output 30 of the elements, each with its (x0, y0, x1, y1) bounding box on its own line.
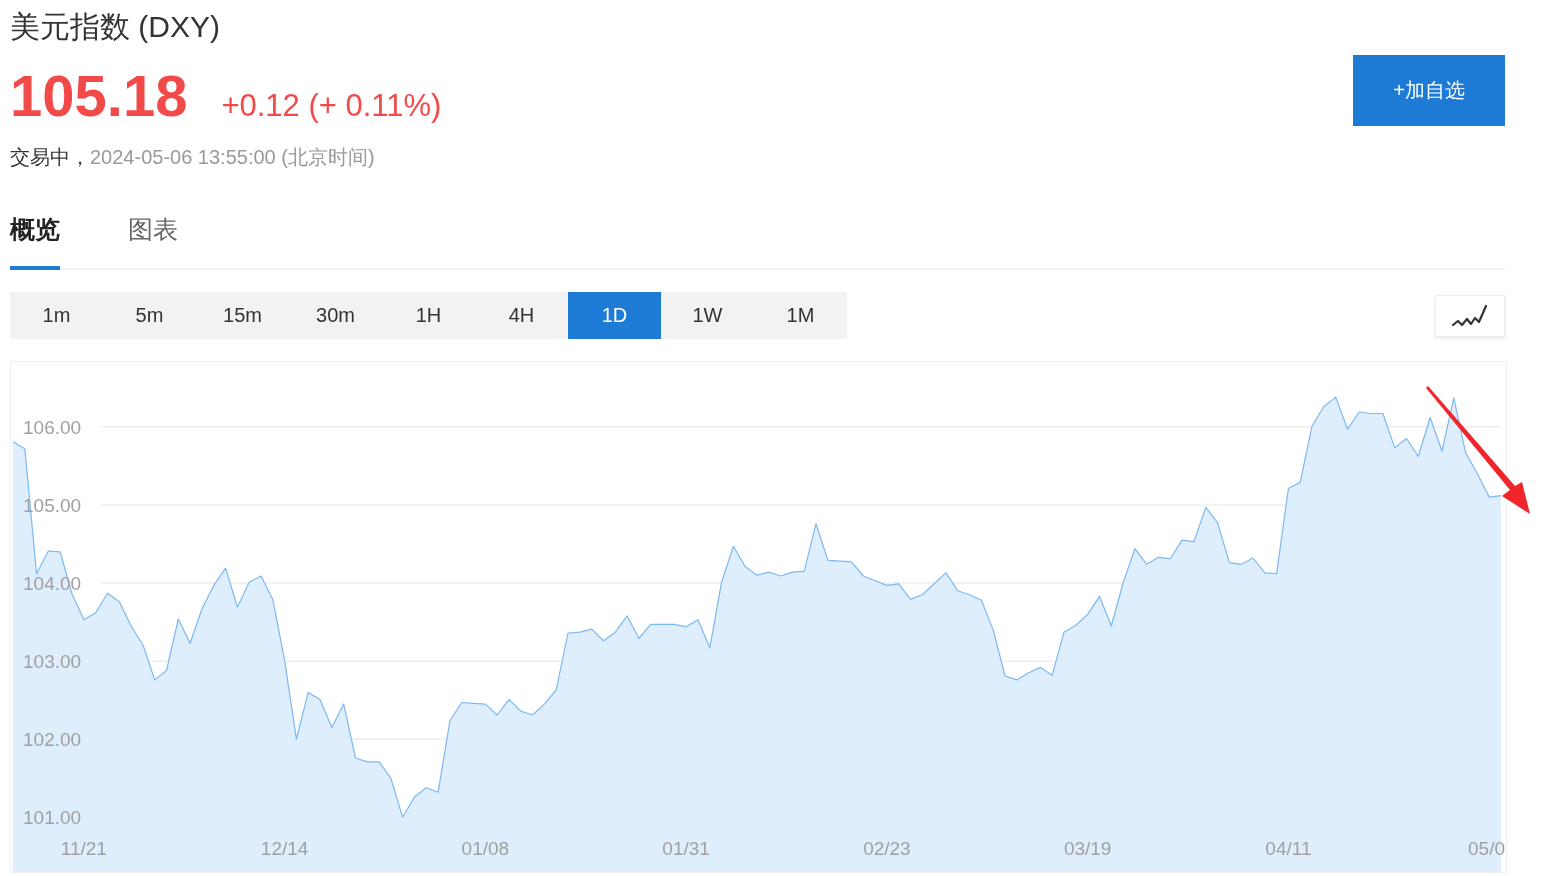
interval-button[interactable]: 4H (475, 292, 568, 339)
axis-label: 103.00 (23, 651, 82, 673)
price-change: +0.12 (+ 0.11%) (221, 88, 442, 124)
axis-label: 01/31 (662, 838, 710, 859)
chart-type-button[interactable] (1435, 294, 1505, 337)
interval-button[interactable]: 1m (10, 292, 103, 339)
interval-button[interactable]: 15m (196, 292, 289, 339)
price-value: 105.18 (10, 64, 188, 128)
axis-label: 03/19 (1063, 838, 1112, 859)
add-watchlist-button[interactable]: +加自选 (1353, 55, 1505, 126)
interval-button[interactable]: 5m (103, 292, 196, 339)
interval-button[interactable]: 1W (661, 292, 754, 339)
page-title: 美元指数 (DXY) (10, 9, 221, 45)
axis-label: 106.00 (23, 416, 82, 438)
tab[interactable]: 概览 (10, 213, 60, 270)
interval-button[interactable]: 1D (568, 292, 661, 339)
axis-label: 05/0 (1468, 838, 1505, 859)
timestamp: 2024-05-06 13:55:00 (北京时间) (90, 145, 375, 170)
axis-label: 12/14 (260, 838, 309, 859)
axis-label: 11/21 (60, 838, 107, 859)
axis-label: 101.00 (23, 807, 82, 829)
axis-label: 04/11 (1265, 838, 1312, 859)
axis-label: 02/23 (863, 838, 911, 859)
axis-label: 01/08 (461, 838, 510, 859)
axis-label: 102.00 (23, 729, 82, 751)
interval-button[interactable]: 30m (289, 292, 382, 339)
trading-status: 交易中， (10, 145, 90, 170)
tab[interactable]: 图表 (128, 213, 178, 270)
interval-button[interactable]: 1H (382, 292, 475, 339)
interval-button[interactable]: 1M (754, 292, 847, 339)
